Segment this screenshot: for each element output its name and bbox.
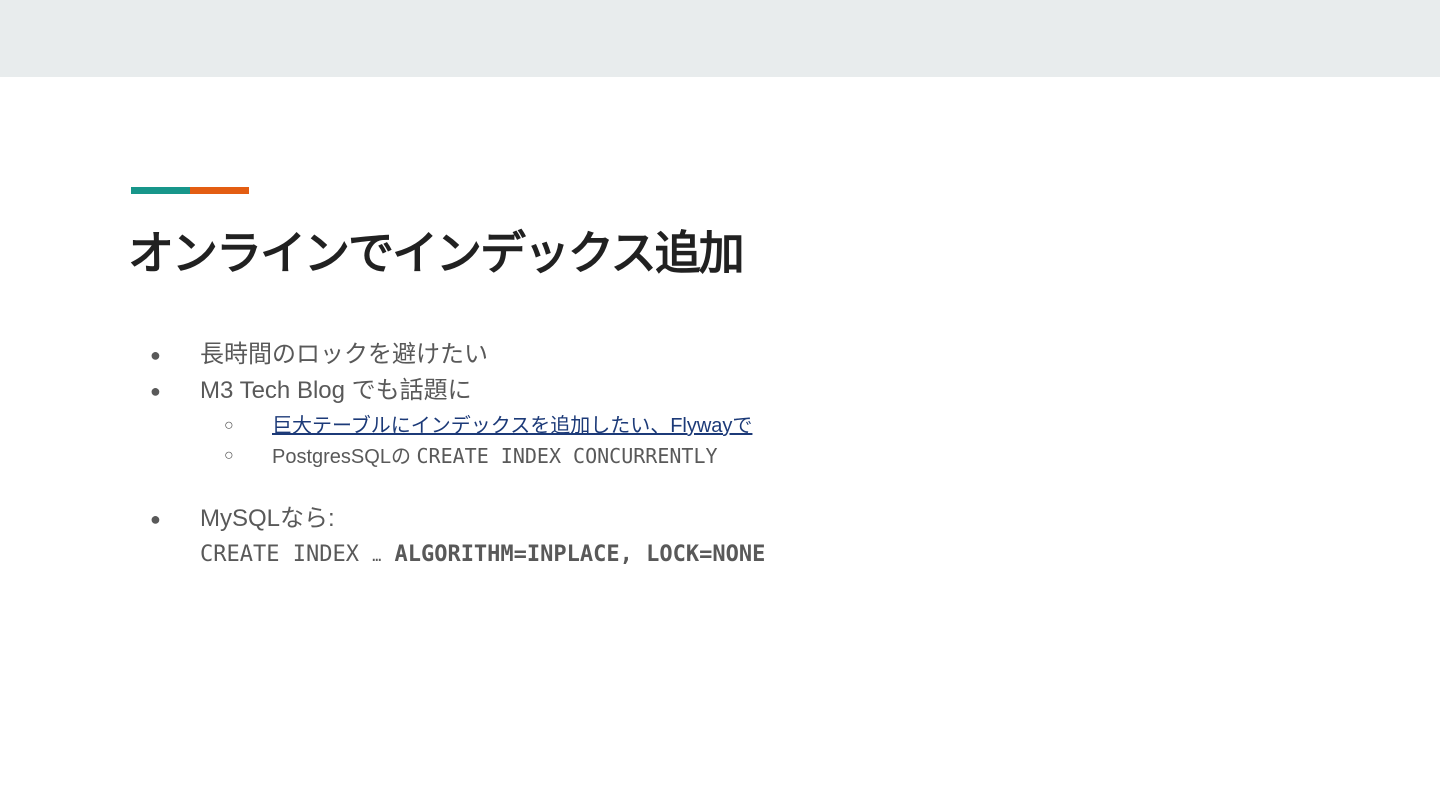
code-options: ALGORITHM=INPLACE, LOCK=NONE: [381, 542, 766, 567]
mysql-code-line: CREATE INDEX … ALGORITHM=INPLACE, LOCK=N…: [200, 542, 765, 567]
code-ellipsis: …: [372, 547, 382, 565]
hollow-bullet-icon: ○: [224, 447, 234, 464]
code-prefix: CREATE INDEX: [200, 542, 373, 567]
bullet-icon: ●: [150, 381, 161, 401]
inline-code: CREATE INDEX CONCURRENTLY: [416, 444, 718, 468]
tech-blog-link[interactable]: 巨大テーブルにインデックスを追加したい、Flywayで: [272, 415, 752, 437]
list-item-text: MySQLなら:: [200, 505, 335, 532]
accent-teal: [131, 187, 190, 194]
accent-orange: [190, 187, 249, 194]
sub-list-item-text: PostgresSQLの: [272, 446, 417, 468]
title-accent-bar: [131, 187, 249, 194]
list-item-text: M3 Tech Blog でも話題に: [200, 377, 472, 404]
top-bar: [0, 0, 1440, 77]
bullet-icon: ●: [150, 509, 161, 529]
slide-title: オンラインでインデックス追加: [128, 226, 745, 280]
list-item-text: 長時間のロックを避けたい: [200, 341, 488, 368]
bullet-icon: ●: [150, 345, 161, 365]
hollow-bullet-icon: ○: [224, 417, 234, 434]
slide: オンラインでインデックス追加 ● 長時間のロックを避けたい ● M3 Tech …: [0, 77, 1440, 810]
